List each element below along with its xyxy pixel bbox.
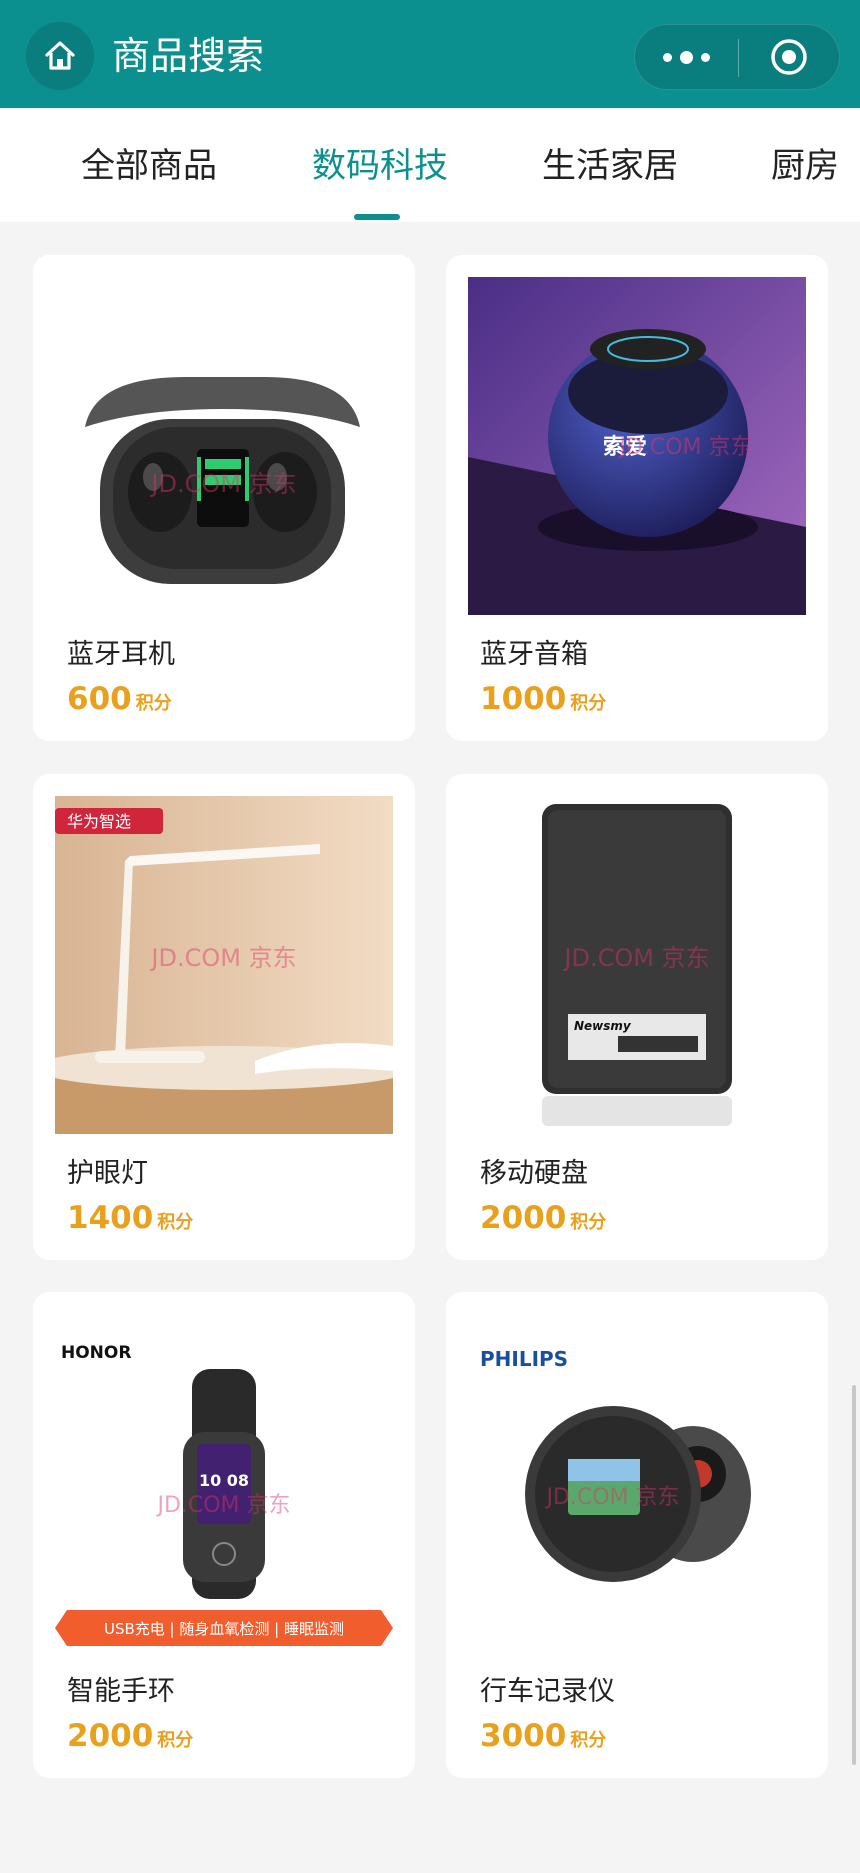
product-name: 蓝牙耳机 [67,639,175,670]
product-points: 1400 积分 [67,1200,194,1236]
home-icon [45,41,75,70]
watermark-text: JD.COM 京东 [149,944,296,972]
watermark-text: JD.COM 京东 [562,944,709,972]
watermark-text: JD.COM 京东 [617,435,752,460]
product-name: 蓝牙音箱 [480,639,588,670]
target-circle-icon [771,39,807,75]
product-image-earbuds: JD.COM 京东 [55,277,393,615]
product-card-hard-drive[interactable]: Newsmy JD.COM 京东 移动硬盘 2000 积分 [446,774,828,1260]
product-card-speaker[interactable]: 索爱 JD.COM 京东 蓝牙音箱 1000 积分 [446,255,828,741]
band-screen-text: 10 08 [199,1471,249,1490]
tab-all-products[interactable]: 全部商品 [81,144,217,188]
product-image-desk-lamp: 华为智选 JD.COM 京东 [55,796,393,1134]
product-points: 1000 积分 [480,681,607,717]
product-name: 行车记录仪 [480,1676,615,1707]
watermark-text: JD.COM 京东 [155,1493,290,1518]
active-tab-indicator [354,214,400,220]
product-image-dashcam: PHILIPS JD.COM 京东 [468,1314,806,1652]
image-brand-text: PHILIPS [480,1347,568,1371]
product-image-smart-band: HONOR 10 08 JD.COM 京东 USB充电 | 随身血氧检测 | 睡… [55,1314,393,1652]
product-card-smart-band[interactable]: HONOR 10 08 JD.COM 京东 USB充电 | 随身血氧检测 | 睡… [33,1292,415,1778]
product-image-speaker: 索爱 JD.COM 京东 [468,277,806,615]
product-name: 移动硬盘 [480,1158,588,1189]
tab-home-living[interactable]: 生活家居 [542,144,678,188]
product-image-hard-drive: Newsmy JD.COM 京东 [468,796,806,1134]
watermark-text: JD.COM 京东 [544,1485,679,1510]
product-points: 2000 积分 [67,1718,194,1754]
more-button[interactable] [635,25,737,89]
image-brand-text: HONOR [61,1343,131,1363]
image-brand-text: Newsmy [574,1019,632,1033]
image-brand-text: 华为智选 [67,812,131,831]
watermark-text: JD.COM 京东 [149,470,296,498]
tab-kitchen[interactable]: 厨房 [771,144,839,188]
product-points: 3000 积分 [480,1718,607,1754]
home-button[interactable] [26,22,94,90]
product-card-earbuds[interactable]: JD.COM 京东 蓝牙耳机 600 积分 [33,255,415,741]
product-points: 2000 积分 [480,1200,607,1236]
image-banner-text: USB充电 | 随身血氧检测 | 睡眠监测 [104,1620,344,1638]
tab-digital-tech[interactable]: 数码科技 [312,144,448,188]
close-miniprogram-button[interactable] [739,25,839,89]
scrollbar[interactable] [852,1385,856,1765]
product-name: 护眼灯 [67,1158,148,1189]
product-name: 智能手环 [67,1676,175,1707]
capsule-menu [634,24,840,90]
product-points: 600 积分 [67,681,172,717]
category-tabs: 全部商品 数码科技 生活家居 厨房 [0,108,860,222]
product-card-desk-lamp[interactable]: 华为智选 JD.COM 京东 护眼灯 1400 积分 [33,774,415,1260]
product-card-dashcam[interactable]: PHILIPS JD.COM 京东 行车记录仪 3000 积分 [446,1292,828,1778]
nav-bar: 商品搜索 [0,0,860,108]
page-title: 商品搜索 [112,34,265,78]
